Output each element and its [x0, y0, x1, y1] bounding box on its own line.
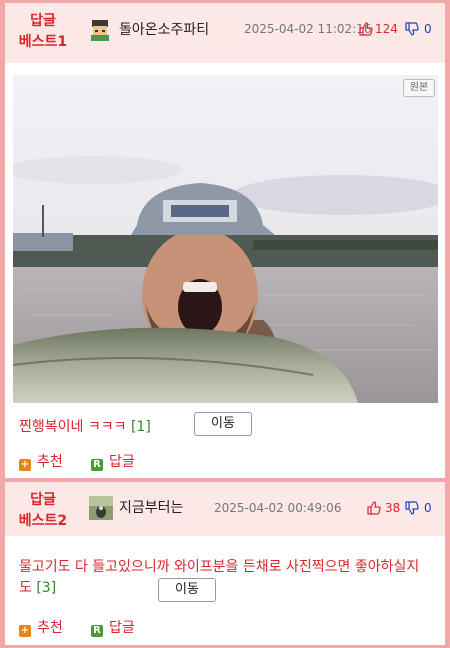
recommend-button[interactable]: + 추천	[19, 617, 63, 637]
best-comment-2: 답글 베스트2 지금부터는 2025-04-02 00:49:06 38 0 물…	[5, 482, 445, 645]
reply-label: 답글	[109, 454, 135, 470]
thumbs-up-icon[interactable]	[359, 21, 373, 36]
reply-count: [1]	[130, 419, 151, 435]
reply-button[interactable]: R 답글	[91, 451, 135, 471]
attached-photo[interactable]	[13, 75, 438, 403]
post-date: 2025-04-02 11:02:16	[244, 22, 372, 36]
thumbs-down-icon[interactable]	[405, 21, 419, 36]
recommend-label: 추천	[37, 454, 63, 470]
recommend-button[interactable]: + 추천	[19, 451, 63, 471]
best-badge-line1: 답글	[30, 492, 56, 508]
original-image-button[interactable]: 원본	[403, 79, 435, 97]
thumbs-down-icon[interactable]	[405, 500, 419, 515]
comment-body: 찐행복이네 ㅋㅋㅋ	[19, 419, 127, 435]
avatar[interactable]	[89, 19, 111, 41]
best-badge-line2: 베스트1	[18, 34, 68, 50]
upvote-count: 124	[375, 22, 398, 36]
comment-list: 답글 베스트1 돌아온소주파티 2025-04-02 11:02:16 124 …	[5, 3, 445, 645]
upvote-count: 38	[385, 501, 401, 515]
comment-text: 물고기도 다 들고있으니까 와이프분을 든채로 사진찍으면 좋아하실지도 [3]	[19, 557, 431, 599]
reply-count: [3]	[36, 580, 57, 596]
reply-icon: R	[91, 625, 103, 637]
avatar[interactable]	[89, 496, 113, 520]
comment-header: 답글 베스트2 지금부터는 2025-04-02 00:49:06 38 0	[5, 482, 445, 536]
author-nick[interactable]: 돌아온소주파티	[119, 19, 209, 39]
move-button[interactable]: 이동	[194, 412, 252, 436]
comment-body: 물고기도 다 들고있으니까 와이프분을 든채로 사진찍으면 좋아하실지도	[19, 559, 420, 596]
move-button[interactable]: 이동	[158, 578, 216, 602]
thumbs-up-icon[interactable]	[367, 500, 381, 515]
post-date: 2025-04-02 00:49:06	[214, 501, 342, 515]
comment-text: 찐행복이네 ㅋㅋㅋ [1]	[19, 416, 151, 436]
reply-button[interactable]: R 답글	[91, 617, 135, 637]
downvote-count: 0	[424, 501, 432, 515]
best-badge-line2: 베스트2	[18, 513, 68, 529]
reply-label: 답글	[109, 620, 135, 636]
best-badge: 답글 베스트2	[13, 490, 73, 532]
best-badge-line1: 답글	[30, 13, 56, 29]
best-comment-1: 답글 베스트1 돌아온소주파티 2025-04-02 11:02:16 124 …	[5, 3, 445, 478]
comment-header: 답글 베스트1 돌아온소주파티 2025-04-02 11:02:16 124 …	[5, 3, 445, 63]
recommend-icon: +	[19, 625, 31, 637]
recommend-label: 추천	[37, 620, 63, 636]
downvote-count: 0	[424, 22, 432, 36]
reply-icon: R	[91, 459, 103, 471]
best-badge: 답글 베스트1	[13, 11, 73, 53]
author-nick[interactable]: 지금부터는	[119, 497, 183, 517]
recommend-icon: +	[19, 459, 31, 471]
